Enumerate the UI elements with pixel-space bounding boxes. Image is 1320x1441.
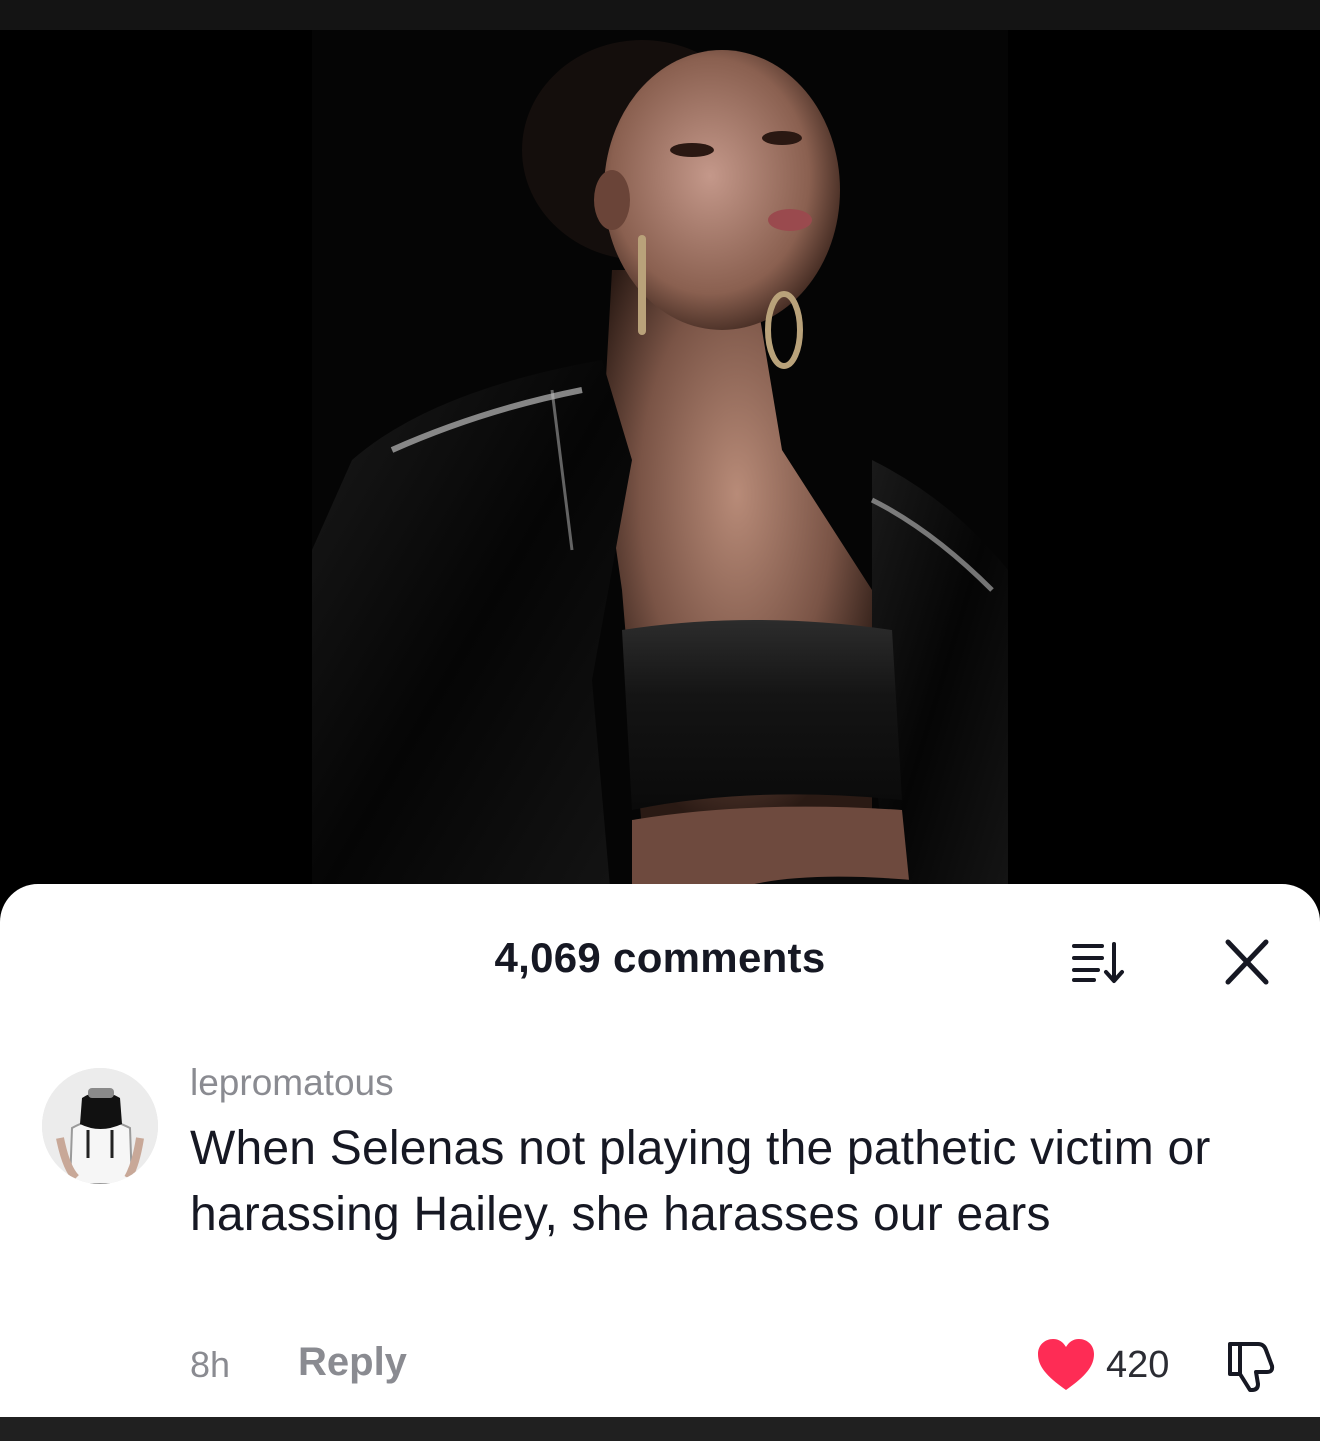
avatar[interactable]	[42, 1068, 158, 1184]
video-frame-icon	[312, 30, 1008, 910]
video-frame[interactable]	[312, 30, 1008, 910]
comments-sheet: 4,069 comments lepromatous When Selenas …	[0, 884, 1320, 1417]
close-icon	[1225, 939, 1269, 985]
comment-text: When Selenas not playing the pathetic vi…	[190, 1122, 1211, 1241]
dislike-button[interactable]	[1222, 1336, 1280, 1394]
screen: 4,069 comments lepromatous When Selenas …	[0, 0, 1320, 1441]
comment-timestamp: 8h	[190, 1344, 231, 1385]
sort-descending-icon	[1072, 942, 1124, 983]
status-bar	[0, 0, 1320, 30]
comment-item: lepromatous When Selenas not playing the…	[0, 1054, 1320, 1394]
like-count: 420	[1106, 1344, 1170, 1386]
thumbs-down-icon	[1228, 1342, 1275, 1392]
close-button[interactable]	[1216, 936, 1276, 988]
heart-icon	[1038, 1339, 1094, 1390]
reply-button[interactable]: Reply	[298, 1340, 407, 1385]
sort-button[interactable]	[1068, 936, 1130, 986]
comments-header: 4,069 comments	[0, 884, 1320, 1034]
comment-username[interactable]: lepromatous	[190, 1062, 394, 1104]
video-player[interactable]	[0, 30, 1320, 910]
like-button[interactable]	[1036, 1338, 1096, 1392]
bottom-bar	[0, 1417, 1320, 1441]
avatar-icon	[42, 1068, 158, 1184]
